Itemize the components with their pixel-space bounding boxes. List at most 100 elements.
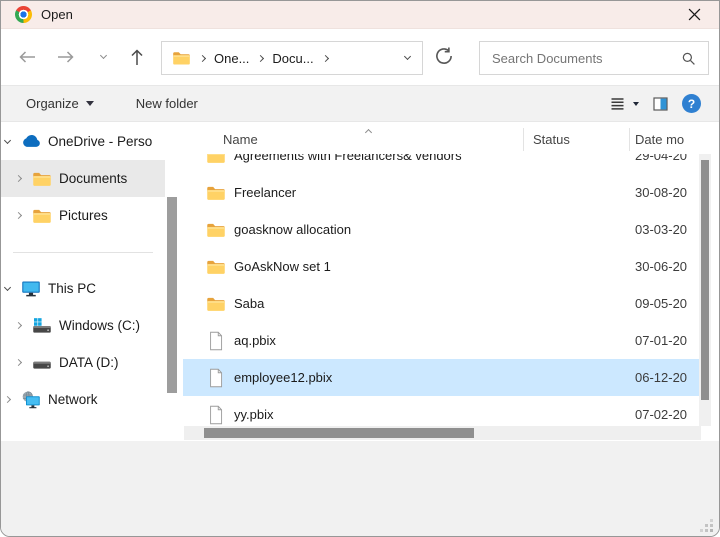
search-icon xyxy=(681,51,696,66)
expander-icon[interactable] xyxy=(15,175,22,182)
column-header-row: Name Status Date mo xyxy=(183,123,719,154)
up-button[interactable] xyxy=(125,46,149,68)
sidebar-item-windows-c[interactable]: Windows (C:) xyxy=(1,307,165,344)
close-button[interactable] xyxy=(683,4,705,26)
open-file-dialog: Open One... Docu... xyxy=(0,0,720,537)
column-header-status[interactable]: Status xyxy=(533,132,570,147)
preview-pane-button[interactable] xyxy=(652,96,669,112)
sidebar-item-onedrive-perso[interactable]: OneDrive - Perso xyxy=(1,123,165,160)
horizontal-scrollbar[interactable] xyxy=(184,426,701,440)
column-header-name[interactable]: Name xyxy=(223,132,258,147)
vertical-scrollbar[interactable] xyxy=(699,154,711,426)
file-rows-viewport: Agreements with Freelancers& vendors 29-… xyxy=(183,154,701,426)
sidebar-scrollbar-thumb[interactable] xyxy=(167,197,177,393)
dialog-toolbar: Organize New folder ? xyxy=(1,85,719,122)
folder-icon xyxy=(206,294,226,314)
file-name-text: Freelancer xyxy=(234,185,296,200)
file-icon xyxy=(206,405,226,425)
file-name-text: aq.pbix xyxy=(234,333,276,348)
expander-icon[interactable] xyxy=(15,322,22,329)
file-row-freelancer[interactable]: Freelancer 30-08-20 xyxy=(183,174,701,211)
sidebar-item-documents[interactable]: Documents xyxy=(1,160,165,197)
sidebar-item-data-d[interactable]: DATA (D:) xyxy=(1,344,165,381)
sidebar-item-label: OneDrive - Perso xyxy=(48,134,152,149)
file-row-aq-pbix[interactable]: aq.pbix 07-01-20 xyxy=(183,322,701,359)
file-name-text: yy.pbix xyxy=(234,407,274,422)
file-icon xyxy=(206,331,226,351)
file-icon xyxy=(206,368,226,388)
folder-icon xyxy=(206,183,226,203)
title-bar: Open xyxy=(1,1,719,29)
drive-icon xyxy=(32,353,52,373)
preview-pane-icon xyxy=(652,96,669,112)
organize-button[interactable]: Organize xyxy=(26,96,94,111)
search-box xyxy=(479,41,709,75)
window-title: Open xyxy=(41,7,73,22)
file-date-text: 06-12-20 xyxy=(635,370,687,385)
search-input[interactable] xyxy=(492,51,681,66)
address-bar[interactable]: One... Docu... xyxy=(161,41,423,75)
expander-icon[interactable] xyxy=(15,359,22,366)
sidebar-item-label: Windows (C:) xyxy=(59,318,140,333)
recent-locations-button[interactable] xyxy=(91,46,115,68)
folder-icon xyxy=(206,220,226,240)
folder-icon xyxy=(172,50,191,66)
forward-button[interactable] xyxy=(53,46,77,68)
file-date-text: 07-02-20 xyxy=(635,407,687,422)
breadcrumb-separator-icon xyxy=(257,54,264,61)
sidebar-separator xyxy=(1,234,181,270)
file-date-text: 29-04-20 xyxy=(635,154,687,163)
organize-label: Organize xyxy=(26,96,79,111)
address-dropdown-icon[interactable] xyxy=(404,53,411,60)
sidebar-item-network[interactable]: Network xyxy=(1,381,165,418)
expander-icon[interactable] xyxy=(15,212,22,219)
file-row-saba[interactable]: Saba 09-05-20 xyxy=(183,285,701,322)
view-dropdown-icon[interactable] xyxy=(633,102,639,106)
back-icon xyxy=(18,49,37,65)
expander-icon[interactable] xyxy=(4,283,11,290)
chrome-icon xyxy=(15,6,32,23)
help-button[interactable]: ? xyxy=(682,94,701,113)
folder-icon xyxy=(32,169,52,189)
resize-grip[interactable] xyxy=(710,529,713,532)
breadcrumb-item-onedrive[interactable]: One... xyxy=(214,51,249,66)
file-row-employee12-pbix[interactable]: employee12.pbix 06-12-20 xyxy=(183,359,701,396)
breadcrumb-item-documents[interactable]: Docu... xyxy=(272,51,313,66)
sidebar-item-pictures[interactable]: Pictures xyxy=(1,197,165,234)
folder-icon xyxy=(206,257,226,277)
file-row-yy-pbix[interactable]: yy.pbix 07-02-20 xyxy=(183,396,701,426)
file-list-pane: Name Status Date mo Agreements with Free… xyxy=(183,123,719,441)
column-header-date[interactable]: Date mo xyxy=(635,132,684,147)
file-date-text: 03-03-20 xyxy=(635,222,687,237)
folder-icon xyxy=(206,154,226,166)
horizontal-scrollbar-thumb[interactable] xyxy=(204,428,474,438)
file-name-text: GoAskNow set 1 xyxy=(234,259,331,274)
refresh-icon xyxy=(434,46,454,66)
file-row-agreements-with-freelancers-vendors[interactable]: Agreements with Freelancers& vendors 29-… xyxy=(183,154,701,174)
expander-icon[interactable] xyxy=(4,136,11,143)
dialog-footer: File name: Custom Files (*.pbix;*.rdl) O… xyxy=(1,441,719,537)
refresh-button[interactable] xyxy=(434,46,454,71)
sidebar-item-label: Pictures xyxy=(59,208,108,223)
view-mode-button[interactable] xyxy=(609,96,639,112)
drive-windows-icon xyxy=(32,316,52,336)
chevron-down-icon xyxy=(99,52,106,59)
sidebar-item-label: Documents xyxy=(59,171,127,186)
up-icon xyxy=(129,48,145,67)
file-date-text: 09-05-20 xyxy=(635,296,687,311)
network-icon xyxy=(21,390,41,410)
expander-icon[interactable] xyxy=(4,396,11,403)
file-row-goasknow-allocation[interactable]: goasknow allocation 03-03-20 xyxy=(183,211,701,248)
back-button[interactable] xyxy=(15,46,39,68)
dropdown-arrow-icon xyxy=(86,101,94,106)
new-folder-label: New folder xyxy=(136,96,198,111)
sidebar-item-label: DATA (D:) xyxy=(59,355,119,370)
new-folder-button[interactable]: New folder xyxy=(136,96,198,111)
vertical-scrollbar-thumb[interactable] xyxy=(701,160,709,400)
file-name-text: employee12.pbix xyxy=(234,370,332,385)
sidebar-item-this-pc[interactable]: This PC xyxy=(1,270,165,307)
file-row-goasknow-set-1[interactable]: GoAskNow set 1 30-06-20 xyxy=(183,248,701,285)
breadcrumb-separator-icon xyxy=(199,54,206,61)
folder-icon xyxy=(32,206,52,226)
close-icon xyxy=(688,8,701,21)
